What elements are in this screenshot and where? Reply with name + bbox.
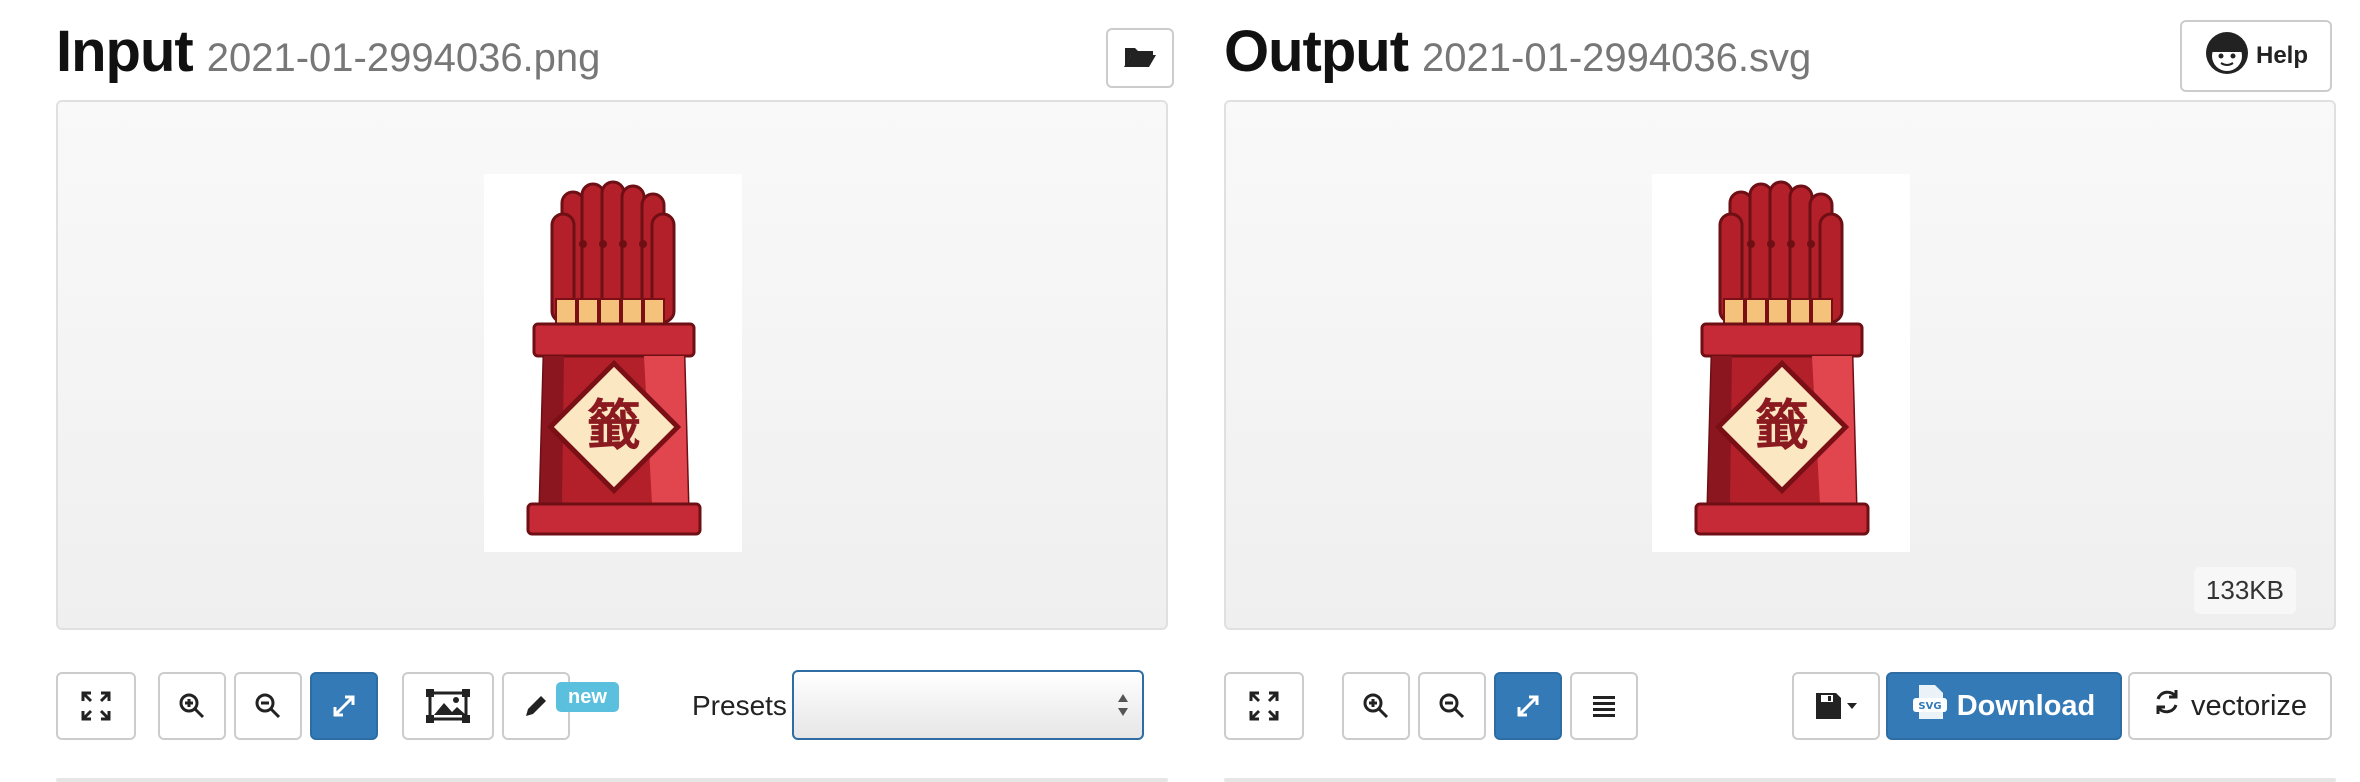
zoom-in-icon (1363, 693, 1389, 719)
zoom-out-icon (1439, 693, 1465, 719)
output-panel: Output 2021-01-2994036.svg Help 籤 133KB (1224, 0, 2336, 782)
svg-file-icon: SVG (1912, 684, 1947, 728)
select-arrows-icon (1116, 690, 1130, 725)
fullscreen-icon (81, 691, 111, 721)
input-filename: 2021-01-2994036.png (206, 36, 601, 80)
resize-icon (331, 693, 357, 719)
zoom-out-icon (255, 693, 281, 719)
input-panel-divider (56, 778, 1168, 782)
fit-to-window-button[interactable] (310, 672, 378, 740)
save-options-button[interactable] (1792, 672, 1880, 740)
vectorize-button[interactable]: vectorize (2128, 672, 2332, 740)
help-button[interactable]: Help (2180, 20, 2332, 92)
zoom-out-button[interactable] (234, 672, 302, 740)
presets-label: Presets (692, 690, 787, 721)
presets-select[interactable] (792, 670, 1144, 740)
fullscreen-button[interactable] (56, 672, 136, 740)
image-crop-icon (426, 689, 470, 723)
output-preview-area[interactable]: 籤 133KB (1224, 100, 2336, 630)
download-label: Download (1956, 689, 2096, 722)
fullscreen-icon (1249, 691, 1279, 721)
input-title: Input (56, 19, 194, 84)
output-header: Output 2021-01-2994036.svg (1224, 18, 1811, 88)
input-preview-area[interactable]: 籤 (56, 100, 1168, 630)
firecracker-sticks-image: 籤 (484, 174, 742, 552)
save-dropdown-icon (1814, 691, 1858, 721)
list-icon (1591, 694, 1617, 718)
zoom-in-icon (179, 693, 205, 719)
open-file-button[interactable] (1106, 28, 1174, 88)
refresh-icon (2153, 688, 2181, 724)
download-button[interactable]: SVG Download (1886, 672, 2122, 740)
output-zoom-out-button[interactable] (1418, 672, 1486, 740)
output-filename: 2021-01-2994036.svg (1422, 36, 1812, 80)
support-agent-icon (2204, 30, 2250, 83)
input-header: Input 2021-01-2994036.png (56, 18, 600, 88)
zoom-in-button[interactable] (158, 672, 226, 740)
output-zoom-in-button[interactable] (1342, 672, 1410, 740)
pencil-icon (523, 693, 549, 719)
output-fullscreen-button[interactable] (1224, 672, 1304, 740)
folder-open-icon (1123, 42, 1157, 75)
output-image: 籤 (1652, 174, 1910, 552)
label-character: 籤 (587, 393, 641, 457)
file-size-badge: 133KB (2193, 567, 2296, 614)
label-character-vector: 籤 (1755, 393, 1809, 457)
vectorize-label: vectorize (2190, 689, 2308, 722)
new-badge: new (556, 682, 619, 712)
image-crop-button[interactable] (402, 672, 494, 740)
output-fit-button[interactable] (1494, 672, 1562, 740)
resize-icon (1515, 693, 1541, 719)
layers-button[interactable] (1570, 672, 1638, 740)
help-label: Help (2255, 42, 2308, 69)
svg-text:SVG: SVG (1918, 701, 1941, 712)
firecracker-sticks-vector: 籤 (1652, 174, 1910, 552)
output-panel-divider (1224, 778, 2336, 782)
output-title: Output (1224, 19, 1409, 84)
input-panel: Input 2021-01-2994036.png 籤 new Presets (56, 0, 1174, 782)
input-image: 籤 (484, 174, 742, 552)
